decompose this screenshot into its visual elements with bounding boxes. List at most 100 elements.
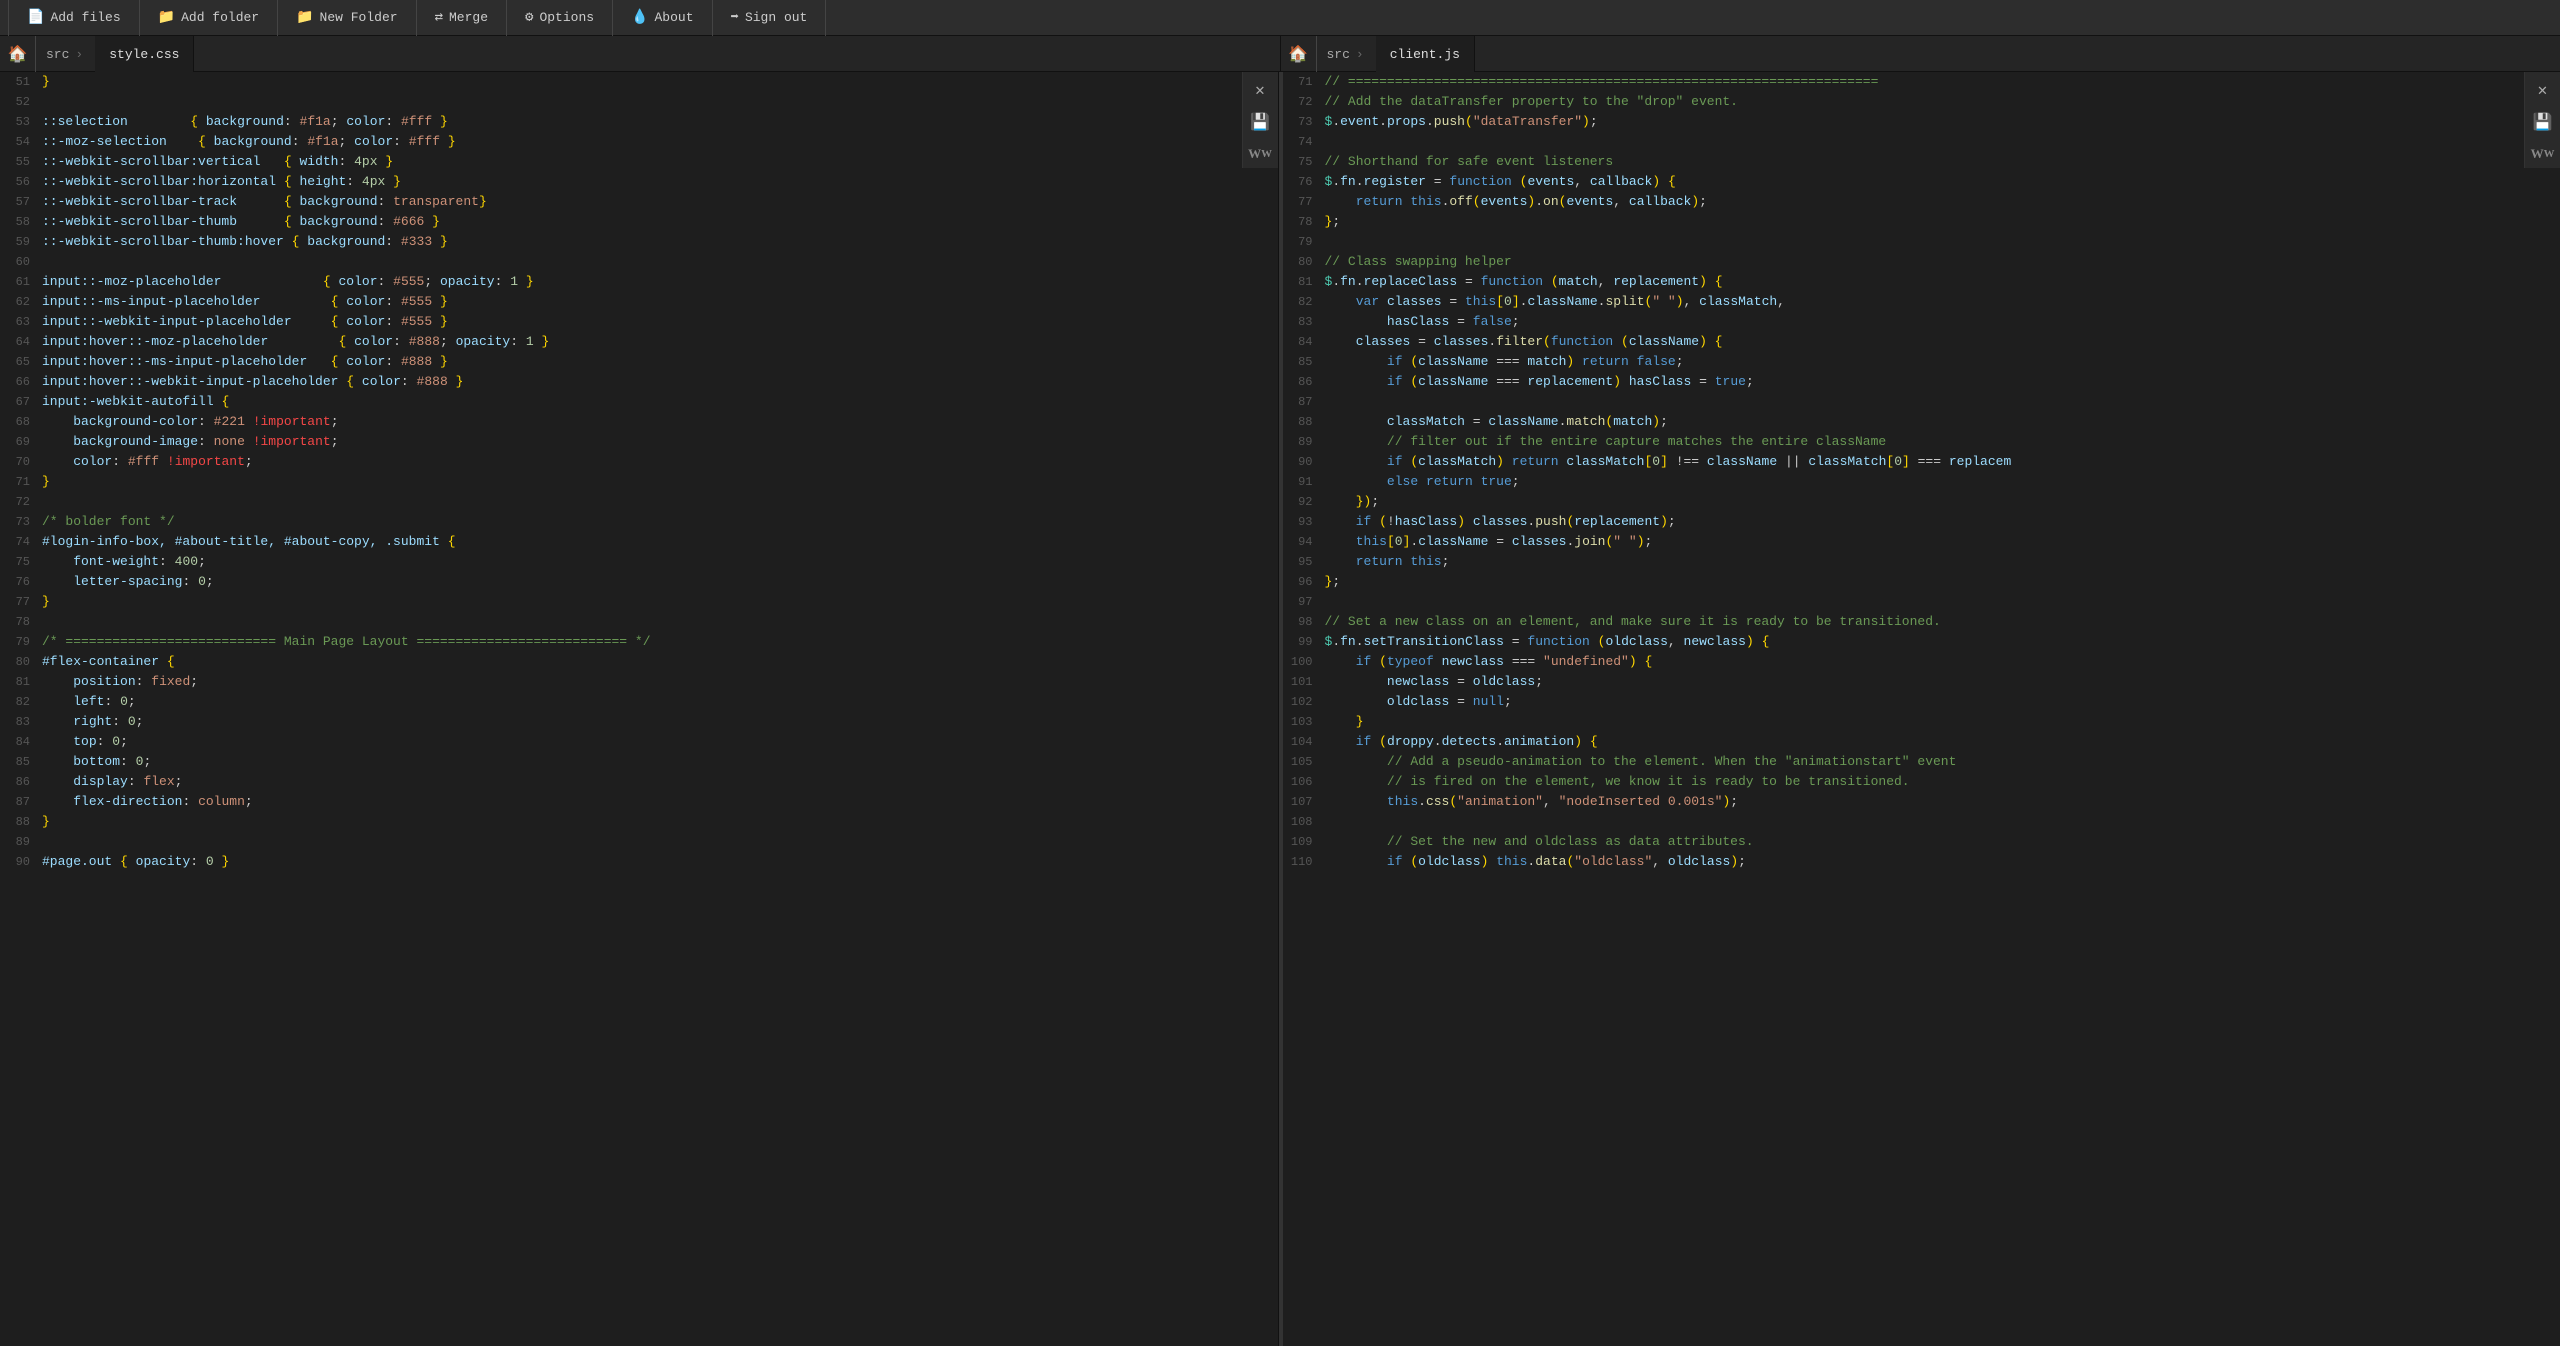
right-save-button[interactable]: 💾	[2529, 108, 2557, 136]
table-row: 84 top: 0;	[0, 732, 1242, 752]
table-row: 71 // ==================================…	[1283, 72, 2525, 92]
left-breadcrumb: src ›	[36, 47, 95, 62]
left-save-button[interactable]: 💾	[1246, 108, 1274, 136]
table-row: 64 input:hover::-moz-placeholder { color…	[0, 332, 1242, 352]
left-breadcrumb-src: src	[46, 47, 69, 62]
table-row: 93 if (!hasClass) classes.push(replaceme…	[1283, 512, 2525, 532]
table-row: 52	[0, 92, 1242, 112]
table-row: 90 if (classMatch) return classMatch[0] …	[1283, 452, 2525, 472]
left-code-scroll[interactable]: 51 } 52 53 ::selection { background: #f1…	[0, 72, 1278, 1346]
table-row: 85 if (className === match) return false…	[1283, 352, 2525, 372]
table-row: 67 input:-webkit-autofill {	[0, 392, 1242, 412]
table-row: 88 classMatch = className.match(match);	[1283, 412, 2525, 432]
table-row: 88 }	[0, 812, 1242, 832]
table-row: 82 left: 0;	[0, 692, 1242, 712]
left-editor-pane: ✕ 💾 WW 51 } 52 53 ::selection { backgrou…	[0, 72, 1279, 1346]
table-row: 110 if (oldclass) this.data("oldclass", …	[1283, 852, 2525, 872]
table-row: 79 /* =========================== Main P…	[0, 632, 1242, 652]
table-row: 73 /* bolder font */	[0, 512, 1242, 532]
table-row: 59 ::-webkit-scrollbar-thumb:hover { bac…	[0, 232, 1242, 252]
add-files-label: Add files	[50, 10, 120, 25]
table-row: 69 background-image: none !important;	[0, 432, 1242, 452]
options-button[interactable]: ⚙ Options	[507, 0, 613, 36]
table-row: 94 this[0].className = classes.join(" ")…	[1283, 532, 2525, 552]
table-row: 74	[1283, 132, 2525, 152]
right-close-button[interactable]: ✕	[2529, 76, 2557, 104]
left-side-buttons: ✕ 💾 WW	[1242, 72, 1278, 168]
table-row: 74 #login-info-box, #about-title, #about…	[0, 532, 1242, 552]
table-row: 86 display: flex;	[0, 772, 1242, 792]
table-row: 78 };	[1283, 212, 2525, 232]
new-folder-icon: 📁	[296, 9, 313, 26]
new-folder-label: New Folder	[320, 10, 398, 25]
table-row: 73 $.event.props.push("dataTransfer");	[1283, 112, 2525, 132]
right-side-buttons: ✕ 💾 WW	[2524, 72, 2560, 168]
add-folder-button[interactable]: 📁 Add folder	[140, 0, 278, 36]
table-row: 75 // Shorthand for safe event listeners	[1283, 152, 2525, 172]
table-row: 54 ::-moz-selection { background: #f1a; …	[0, 132, 1242, 152]
table-row: 97	[1283, 592, 2525, 612]
left-close-button[interactable]: ✕	[1246, 76, 1274, 104]
options-icon: ⚙	[525, 9, 533, 26]
about-button[interactable]: 💧 About	[613, 0, 712, 36]
table-row: 102 oldclass = null;	[1283, 692, 2525, 712]
table-row: 79	[1283, 232, 2525, 252]
toolbar: 📄 Add files 📁 Add folder 📁 New Folder ⇄ …	[0, 0, 2560, 36]
add-files-button[interactable]: 📄 Add files	[8, 0, 140, 36]
table-row: 77 return this.off(events).on(events, ca…	[1283, 192, 2525, 212]
right-pane-tabs: 🏠 src › client.js	[1281, 36, 2560, 72]
merge-button[interactable]: ⇄ Merge	[417, 0, 507, 36]
table-row: 53 ::selection { background: #f1a; color…	[0, 112, 1242, 132]
right-tab-client-js[interactable]: client.js	[1376, 36, 1475, 72]
table-row: 106 // is fired on the element, we know …	[1283, 772, 2525, 792]
table-row: 99 $.fn.setTransitionClass = function (o…	[1283, 632, 2525, 652]
right-wrap-button[interactable]: WW	[2529, 140, 2557, 168]
editors: ✕ 💾 WW 51 } 52 53 ::selection { backgrou…	[0, 72, 2560, 1346]
table-row: 72 // Add the dataTransfer property to t…	[1283, 92, 2525, 112]
table-row: 89	[0, 832, 1242, 852]
right-editor-pane: ✕ 💾 WW 71 // ===========================…	[1283, 72, 2560, 1346]
table-row: 86 if (className === replacement) hasCla…	[1283, 372, 2525, 392]
table-row: 87 flex-direction: column;	[0, 792, 1242, 812]
table-row: 76 letter-spacing: 0;	[0, 572, 1242, 592]
table-row: 72	[0, 492, 1242, 512]
sign-out-label: Sign out	[745, 10, 807, 25]
table-row: 96 };	[1283, 572, 2525, 592]
table-row: 70 color: #fff !important;	[0, 452, 1242, 472]
merge-icon: ⇄	[435, 9, 443, 26]
table-row: 101 newclass = oldclass;	[1283, 672, 2525, 692]
table-row: 55 ::-webkit-scrollbar:vertical { width:…	[0, 152, 1242, 172]
table-row: 108	[1283, 812, 2525, 832]
table-row: 95 return this;	[1283, 552, 2525, 572]
table-row: 57 ::-webkit-scrollbar-track { backgroun…	[0, 192, 1242, 212]
right-code-scroll[interactable]: 71 // ==================================…	[1283, 72, 2560, 1346]
table-row: 109 // Set the new and oldclass as data …	[1283, 832, 2525, 852]
options-label: Options	[539, 10, 594, 25]
table-row: 75 font-weight: 400;	[0, 552, 1242, 572]
sign-out-button[interactable]: ➡ Sign out	[713, 0, 827, 36]
table-row: 105 // Add a pseudo-animation to the ele…	[1283, 752, 2525, 772]
table-row: 78	[0, 612, 1242, 632]
about-label: About	[655, 10, 694, 25]
table-row: 107 this.css("animation", "nodeInserted …	[1283, 792, 2525, 812]
merge-label: Merge	[449, 10, 488, 25]
table-row: 68 background-color: #221 !important;	[0, 412, 1242, 432]
table-row: 71 }	[0, 472, 1242, 492]
right-breadcrumb: src ›	[1317, 47, 1376, 62]
right-home-icon[interactable]: 🏠	[1281, 36, 1317, 72]
left-tab-style-css[interactable]: style.css	[95, 36, 194, 72]
add-folder-label: Add folder	[181, 10, 259, 25]
add-files-icon: 📄	[27, 9, 44, 26]
table-row: 58 ::-webkit-scrollbar-thumb { backgroun…	[0, 212, 1242, 232]
table-row: 87	[1283, 392, 2525, 412]
left-wrap-button[interactable]: WW	[1246, 140, 1274, 168]
about-icon: 💧	[631, 9, 648, 26]
table-row: 61 input::-moz-placeholder { color: #555…	[0, 272, 1242, 292]
table-row: 104 if (droppy.detects.animation) {	[1283, 732, 2525, 752]
table-row: 83 hasClass = false;	[1283, 312, 2525, 332]
table-row: 51 }	[0, 72, 1242, 92]
table-row: 66 input:hover::-webkit-input-placeholde…	[0, 372, 1242, 392]
table-row: 80 #flex-container {	[0, 652, 1242, 672]
left-home-icon[interactable]: 🏠	[0, 36, 36, 72]
new-folder-button[interactable]: 📁 New Folder	[278, 0, 416, 36]
